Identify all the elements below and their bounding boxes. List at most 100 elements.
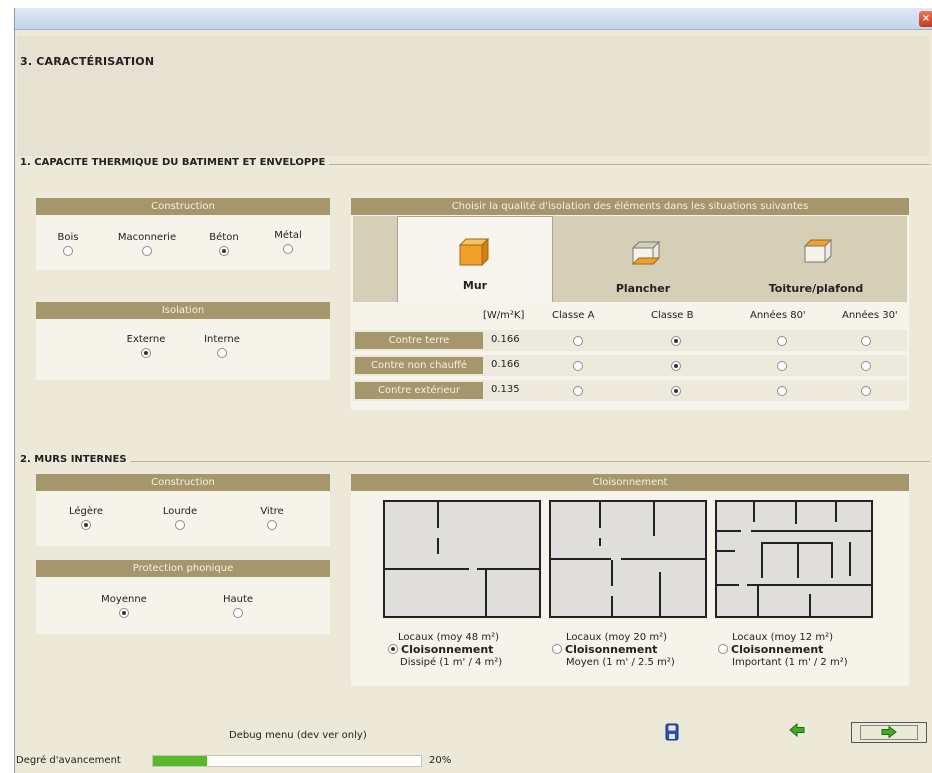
next-button-inner (860, 725, 918, 740)
radio-interne[interactable]: Interne (192, 334, 252, 361)
tab-plancher[interactable]: Plancher (563, 216, 723, 302)
section-internal-walls: 2. MURS INTERNES (20, 454, 930, 465)
progress-fill (153, 756, 207, 766)
column-header-annees-80: Années 80' (750, 310, 806, 321)
isolation-group: Isolation (36, 302, 330, 380)
option-label: Bois (57, 232, 79, 243)
partition-density: Dissipé (1 m' / 4 m²) (400, 657, 503, 668)
radio-classe-a[interactable] (573, 386, 583, 396)
group-header: Cloisonnement (351, 474, 909, 491)
save-button[interactable] (665, 723, 679, 745)
partition-option-moyen[interactable]: Locaux (moy 20 m²) Cloisonnement Moyen (… (552, 632, 675, 669)
arrow-left-icon (789, 722, 805, 738)
partition-name: Cloisonnement (731, 643, 824, 656)
radio-annees-80[interactable] (777, 386, 787, 396)
partition-density: Important (1 m' / 2 m²) (732, 657, 848, 668)
radio-button[interactable] (119, 608, 129, 618)
option-label: Vitre (260, 506, 284, 517)
progress-label: Degré d'avancement (16, 755, 121, 766)
radio-classe-a[interactable] (573, 361, 583, 371)
row-label: Contre extérieur (355, 382, 483, 399)
radio-annees-80[interactable] (777, 361, 787, 371)
option-label: Métal (274, 230, 302, 241)
partition-option-dissipe[interactable]: Locaux (moy 48 m²) Cloisonnement Dissipé… (388, 632, 502, 669)
option-label: Légère (68, 506, 104, 517)
option-label: Interne (204, 334, 240, 345)
partition-diagram-dissipe[interactable] (383, 500, 541, 618)
partition-density: Moyen (1 m' / 2.5 m²) (566, 657, 675, 668)
radio-externe[interactable]: Externe (116, 334, 176, 361)
partition-diagram-moyen[interactable] (549, 500, 707, 618)
radio-classe-b[interactable] (671, 336, 681, 346)
progress-percent: 20% (429, 755, 452, 766)
radio-button[interactable] (552, 644, 562, 654)
radio-beton[interactable]: Béton (200, 232, 248, 259)
radio-classe-b[interactable] (671, 386, 681, 396)
radio-bois[interactable]: Bois (48, 232, 88, 259)
radio-annees-80[interactable] (777, 336, 787, 346)
radio-button[interactable] (388, 644, 398, 654)
section-thermal-capacity: 1. CAPACITE THERMIQUE DU BATIMENT ET ENV… (20, 157, 930, 168)
option-label: Béton (209, 232, 239, 243)
next-button[interactable] (851, 722, 927, 743)
radio-button[interactable] (219, 246, 229, 256)
wall-icon (458, 237, 490, 267)
radio-lourde[interactable]: Lourde (152, 506, 208, 533)
radio-button[interactable] (217, 348, 227, 358)
radio-moyenne[interactable]: Moyenne (92, 594, 156, 621)
row-value: 0.135 (491, 384, 520, 395)
partition-name: Cloisonnement (401, 643, 494, 656)
insulation-row: Contre extérieur 0.135 (353, 380, 907, 401)
partition-name: Cloisonnement (565, 643, 658, 656)
option-label: Haute (222, 594, 254, 605)
row-value: 0.166 (491, 359, 520, 370)
close-button[interactable]: × (919, 11, 932, 27)
radio-maconnerie[interactable]: Maconnerie (107, 232, 187, 259)
option-label: Lourde (162, 506, 198, 517)
column-header-classe-b: Classe B (651, 310, 694, 321)
roof-icon (803, 238, 833, 264)
radio-button[interactable] (718, 644, 728, 654)
tab-label: Plancher (615, 282, 671, 295)
radio-button[interactable] (233, 608, 243, 618)
tab-label: Toiture/plafond (768, 282, 864, 295)
column-header-u: [W/m²K] (483, 310, 525, 321)
radio-button[interactable] (63, 246, 73, 256)
tab-mur[interactable]: Mur (397, 216, 553, 302)
radio-annees-30[interactable] (861, 336, 871, 346)
back-button[interactable] (789, 722, 805, 741)
radio-classe-a[interactable] (573, 336, 583, 346)
radio-button[interactable] (175, 520, 185, 530)
radio-button[interactable] (141, 348, 151, 358)
partition-option-important[interactable]: Locaux (moy 12 m²) Cloisonnement Importa… (718, 632, 848, 669)
row-label: Contre non chauffé (355, 357, 483, 374)
radio-annees-30[interactable] (861, 386, 871, 396)
radio-classe-b[interactable] (671, 361, 681, 371)
section-title: 1. CAPACITE THERMIQUE DU BATIMENT ET ENV… (20, 157, 330, 168)
radio-legere[interactable]: Légère (58, 506, 114, 533)
column-header-classe-a: Classe A (552, 310, 595, 321)
row-label: Contre terre (355, 332, 483, 349)
tab-toiture[interactable]: Toiture/plafond (731, 216, 901, 302)
radio-button[interactable] (283, 244, 293, 254)
radio-button[interactable] (267, 520, 277, 530)
header-panel (17, 36, 929, 156)
debug-menu-link[interactable]: Debug menu (dev ver only) (229, 730, 367, 741)
partition-diagram-important[interactable] (715, 500, 873, 618)
radio-vitre[interactable]: Vitre (244, 506, 300, 533)
group-header: Isolation (36, 302, 330, 319)
radio-button[interactable] (142, 246, 152, 256)
row-value: 0.166 (491, 334, 520, 345)
radio-button[interactable] (81, 520, 91, 530)
save-icon (665, 723, 679, 741)
insulation-row: Contre non chauffé 0.166 (353, 355, 907, 376)
radio-metal[interactable]: Métal (264, 230, 312, 257)
group-header: Protection phonique (36, 560, 330, 577)
insulation-row: Contre terre 0.166 (353, 330, 907, 351)
arrow-right-icon (881, 725, 897, 739)
group-header: Choisir la qualité d'isolation des éléme… (351, 198, 909, 215)
radio-annees-30[interactable] (861, 361, 871, 371)
radio-haute[interactable]: Haute (206, 594, 270, 621)
option-label: Externe (126, 334, 166, 345)
element-tabs: Mur Plancher Toiture/plafond (353, 216, 907, 302)
